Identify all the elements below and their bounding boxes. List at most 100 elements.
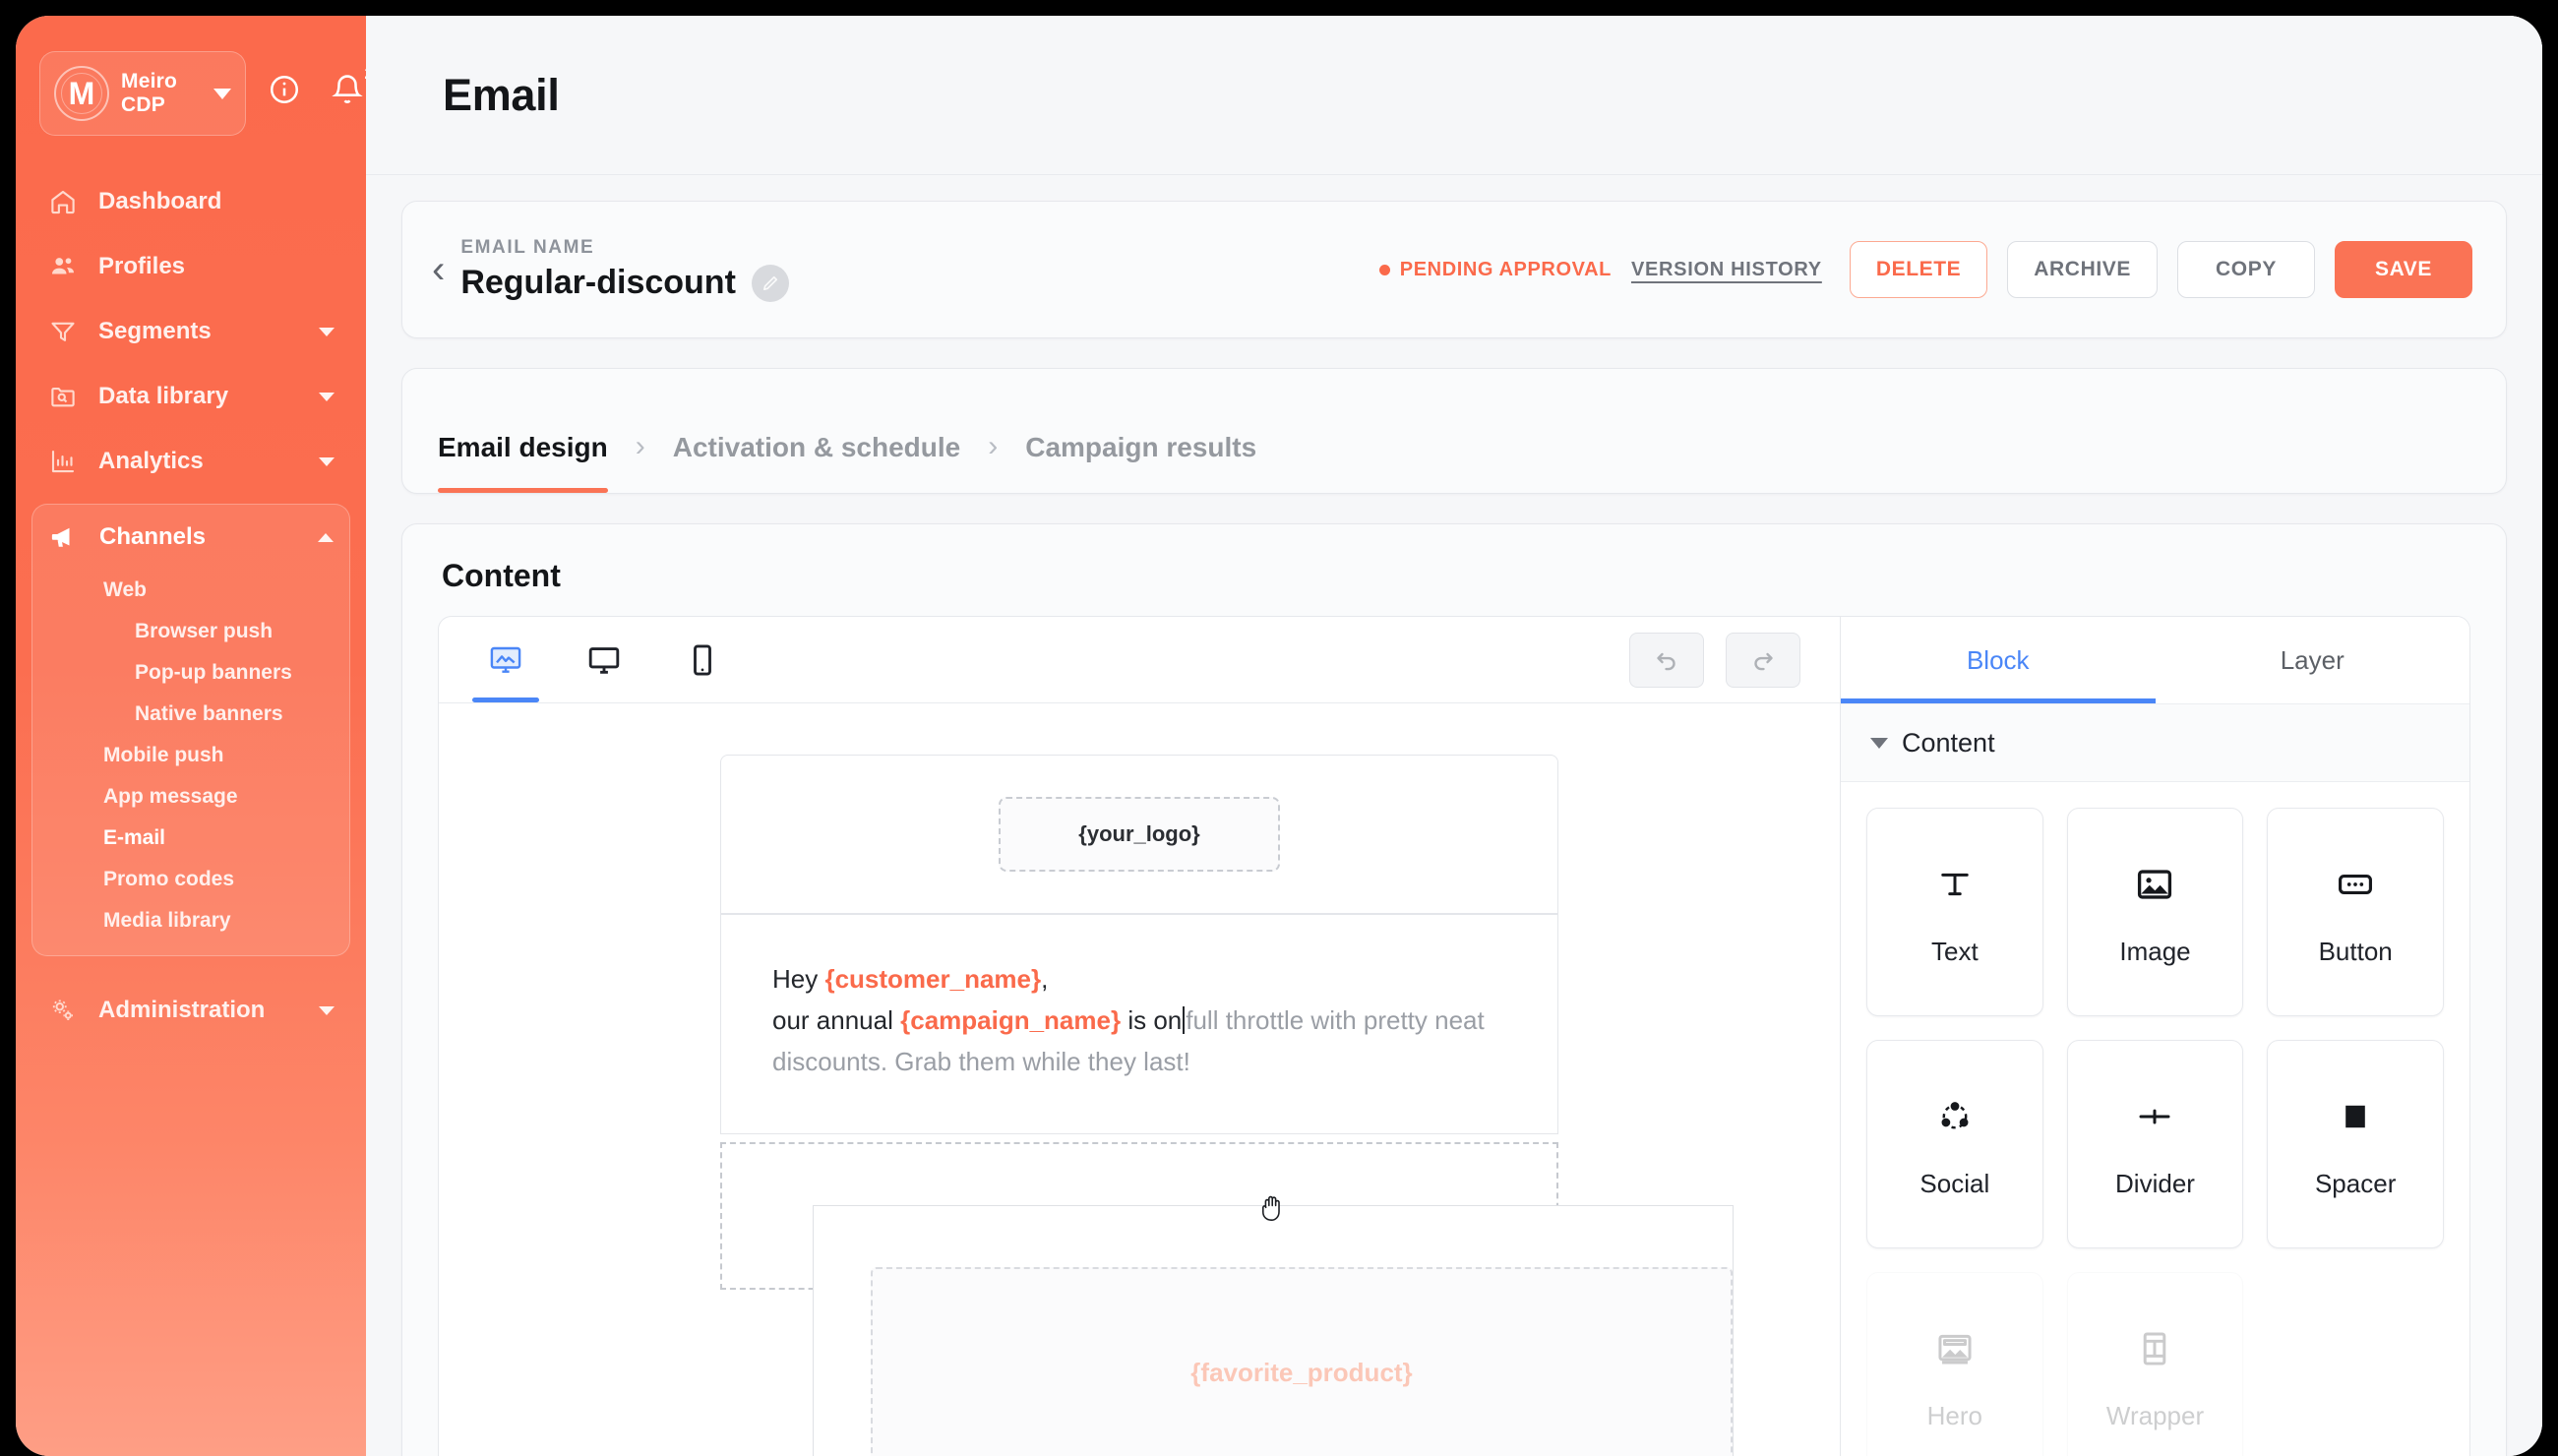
email-text-content[interactable]: Hey {customer_name}, our annual {campaig… xyxy=(772,958,1506,1082)
block-tile-label: Wrapper xyxy=(2105,1400,2205,1430)
sidebar-item-analytics[interactable]: Analytics xyxy=(16,429,366,494)
email-canvas[interactable]: {your_logo} Hey {customer_name}, our ann… xyxy=(439,703,1840,1456)
tab-bar: Email design › Activation & schedule › C… xyxy=(401,368,2507,494)
var-campaign-name: {campaign_name} xyxy=(900,1005,1122,1036)
sidebar-item-dashboard[interactable]: Dashboard xyxy=(16,169,366,234)
people-icon xyxy=(47,252,79,281)
block-panel: Block Layer Content Text Image Button So… xyxy=(1840,617,2469,1456)
social-share-icon xyxy=(1934,1090,1976,1143)
text-greeting: Hey xyxy=(772,964,825,994)
save-button[interactable]: SAVE xyxy=(2335,241,2472,298)
info-icon[interactable] xyxy=(268,73,301,111)
sidebar-subitem-label: App message xyxy=(103,785,238,808)
tab-activation-schedule[interactable]: Activation & schedule xyxy=(673,432,961,493)
logo-placeholder[interactable]: {your_logo} xyxy=(999,797,1280,872)
sidebar-subitem-label: Promo codes xyxy=(103,868,235,890)
sidebar-item-segments[interactable]: Segments xyxy=(16,299,366,364)
block-tile-divider[interactable]: Divider xyxy=(2066,1040,2244,1248)
sidebar-item-email[interactable]: E-mail xyxy=(32,818,349,859)
desktop-view-icon[interactable] xyxy=(577,618,632,702)
canvas-toolbar xyxy=(439,617,1840,703)
panel-section-content[interactable]: Content xyxy=(1841,703,2469,782)
org-name-line2: CDP xyxy=(121,93,165,116)
email-text-block[interactable]: Hey {customer_name}, our annual {campaig… xyxy=(720,914,1558,1135)
edit-pencil-icon[interactable] xyxy=(751,264,789,302)
bell-icon[interactable]: 2 xyxy=(331,64,366,111)
folder-search-icon xyxy=(47,382,79,411)
sidebar-subitem-label: E-mail xyxy=(103,826,166,849)
funnel-icon xyxy=(47,317,79,346)
design-view-icon[interactable] xyxy=(472,618,539,702)
email-text-line-1: Hey {customer_name}, xyxy=(772,958,1506,1000)
tab-layer[interactable]: Layer xyxy=(2156,617,2470,703)
var-customer-name: {customer_name} xyxy=(824,964,1042,994)
sidebar-subitem-label: Media library xyxy=(103,909,231,932)
triangle-down-icon xyxy=(1870,737,1888,749)
favorite-product-placeholder[interactable]: {favorite_product} xyxy=(871,1267,1733,1456)
sidebar-item-popup-banners[interactable]: Pop-up banners xyxy=(32,652,349,694)
block-tile-label: Spacer xyxy=(2314,1168,2397,1198)
sidebar-item-native-banners[interactable]: Native banners xyxy=(32,694,349,735)
copy-button[interactable]: COPY xyxy=(2177,241,2315,298)
delete-button[interactable]: DELETE xyxy=(1849,241,1988,298)
header-actions: PENDING APPROVAL VERSION HISTORY DELETE … xyxy=(1378,241,2472,298)
redo-button[interactable] xyxy=(1726,632,1800,688)
version-history-link[interactable]: VERSION HISTORY xyxy=(1631,259,1822,281)
mobile-view-icon[interactable] xyxy=(675,618,730,702)
divider-icon xyxy=(2134,1090,2175,1143)
block-tile-spacer[interactable]: Spacer xyxy=(2267,1040,2444,1248)
archive-button[interactable]: ARCHIVE xyxy=(2007,241,2158,298)
email-drop-zone[interactable]: {favorite_product} xyxy=(720,1142,1734,1456)
sidebar-item-app-message[interactable]: App message xyxy=(32,776,349,818)
notification-badge: 2 xyxy=(365,64,366,84)
sidebar-nav: Dashboard Profiles Segments Data library… xyxy=(16,169,366,1043)
chevron-down-icon xyxy=(319,327,335,336)
home-icon xyxy=(47,187,79,216)
wrapper-icon xyxy=(2134,1322,2175,1375)
block-tile-text[interactable]: Text xyxy=(1866,808,2043,1016)
email-logo-block[interactable]: {your_logo} xyxy=(720,755,1558,914)
sidebar-item-profiles[interactable]: Profiles xyxy=(16,234,366,299)
app-window: M Meiro CDP 2 xyxy=(16,16,2542,1456)
block-grid: Text Image Button Social Divider Spacer … xyxy=(1841,782,2469,1456)
block-tile-social[interactable]: Social xyxy=(1866,1040,2043,1248)
sidebar-subitem-label: Native banners xyxy=(135,702,283,725)
email-document: {your_logo} Hey {customer_name}, our ann… xyxy=(720,755,1734,1456)
text-is-on: is on xyxy=(1121,1005,1183,1036)
sidebar-group-channels: Channels Web Browser push Pop-up banners… xyxy=(31,504,350,956)
sidebar-item-promo-codes[interactable]: Promo codes xyxy=(32,859,349,900)
sidebar-subitem-label: Web xyxy=(103,578,147,601)
sidebar-item-web[interactable]: Web xyxy=(32,570,349,611)
block-tile-label: Text xyxy=(1930,936,1979,966)
sidebar-item-label: Channels xyxy=(99,523,207,550)
sidebar-item-label: Administration xyxy=(98,997,266,1023)
sidebar-item-label: Analytics xyxy=(98,448,204,474)
email-inner-frame[interactable]: {favorite_product} xyxy=(813,1196,1734,1456)
entity-name: Regular-discount xyxy=(460,264,736,301)
entity-info: EMAIL NAME Regular-discount xyxy=(460,237,789,302)
tab-campaign-results[interactable]: Campaign results xyxy=(1025,432,1256,493)
sidebar-item-media-library[interactable]: Media library xyxy=(32,900,349,941)
editor-heading: Content xyxy=(442,558,561,593)
block-tile-hero[interactable]: Hero xyxy=(1866,1272,2043,1456)
editor-card: Content {your_logo} Hey {customer_name},… xyxy=(401,523,2507,1456)
chevron-down-icon xyxy=(319,456,335,466)
block-tile-image[interactable]: Image xyxy=(2066,808,2244,1016)
sidebar-item-channels[interactable]: Channels xyxy=(32,505,349,570)
sidebar-item-administration[interactable]: Administration xyxy=(16,978,366,1043)
tab-email-design[interactable]: Email design xyxy=(438,432,608,493)
block-tile-label: Divider xyxy=(2115,1168,2195,1198)
org-switcher[interactable]: M Meiro CDP xyxy=(39,51,246,136)
back-arrow-icon[interactable]: ‹ xyxy=(424,250,460,289)
sidebar: M Meiro CDP 2 xyxy=(16,16,366,1456)
block-tile-wrapper[interactable]: Wrapper xyxy=(2066,1272,2244,1456)
undo-button[interactable] xyxy=(1629,632,1704,688)
sidebar-item-mobile-push[interactable]: Mobile push xyxy=(32,735,349,776)
main-content: Email ‹ EMAIL NAME Regular-discount PEND… xyxy=(366,16,2542,1456)
sidebar-item-browser-push[interactable]: Browser push xyxy=(32,611,349,652)
sidebar-item-data-library[interactable]: Data library xyxy=(16,364,366,429)
status-dot-icon xyxy=(1378,264,1390,275)
chevron-down-icon xyxy=(319,1005,335,1015)
tab-block[interactable]: Block xyxy=(1841,617,2156,703)
block-tile-button[interactable]: Button xyxy=(2267,808,2444,1016)
